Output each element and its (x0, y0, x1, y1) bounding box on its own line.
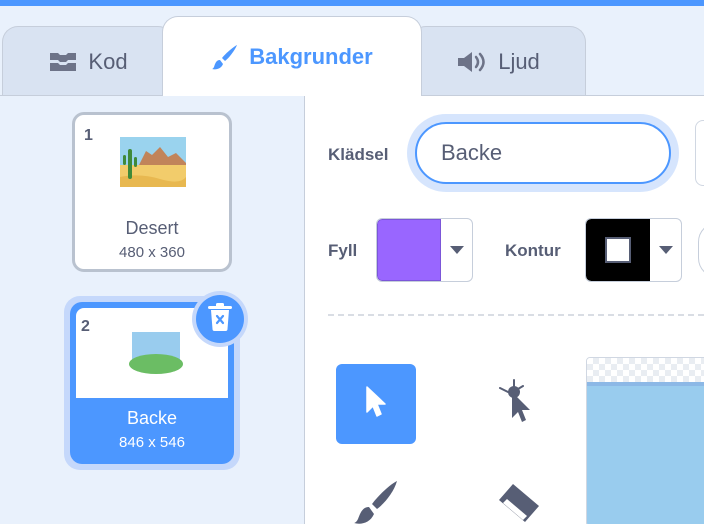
costume-size: 846 x 546 (119, 434, 185, 451)
trash-icon (207, 302, 233, 337)
costume-name: Desert (125, 218, 179, 238)
brush-tool-button[interactable] (336, 466, 416, 524)
costume-name-label: Klädsel (328, 145, 389, 164)
outline-inner-box (605, 237, 631, 263)
outline-swatch (586, 219, 650, 281)
fill-swatch (377, 219, 441, 281)
speaker-icon (456, 50, 488, 74)
group-button[interactable] (695, 120, 704, 186)
drawing-canvas[interactable] (586, 357, 704, 524)
code-icon (48, 51, 78, 73)
chevron-down-icon (650, 219, 681, 281)
costume-name-input[interactable] (415, 122, 671, 184)
canvas-sky-rect (587, 386, 704, 524)
tab-code[interactable]: Kod (2, 26, 174, 96)
desert-thumbnail (120, 137, 186, 192)
tab-backdrops[interactable]: Bakgrunder (162, 16, 422, 96)
costume-size: 480 x 360 (119, 244, 185, 261)
costume-number: 2 (81, 318, 90, 335)
reshape-icon (497, 378, 539, 431)
outline-color-picker[interactable] (585, 218, 682, 282)
tab-sounds[interactable]: Ljud (410, 26, 586, 96)
tab-backdrops-label: Bakgrunder (249, 43, 373, 69)
tab-sounds-label: Ljud (498, 48, 540, 74)
brush-icon (351, 479, 401, 524)
hill-thumbnail (128, 326, 184, 383)
outline-label: Kontur (505, 241, 561, 260)
costume-number: 1 (84, 127, 93, 144)
eraser-tool-button[interactable] (478, 466, 558, 524)
costume-item-desert[interactable]: 1 Desert 480 x 360 (72, 112, 232, 272)
tab-code-label: Kod (88, 48, 128, 74)
select-tool-button[interactable] (336, 364, 416, 444)
fill-label: Fyll (328, 241, 358, 260)
eraser-icon (493, 482, 543, 524)
toolbar-divider (328, 314, 704, 316)
brush-icon (211, 43, 239, 71)
select-cursor-icon (361, 384, 391, 425)
reshape-tool-button[interactable] (478, 364, 558, 444)
top-accent-bar (0, 0, 704, 6)
chevron-down-icon (441, 219, 472, 281)
fill-color-picker[interactable] (376, 218, 473, 282)
costume-name: Backe (126, 408, 178, 428)
delete-costume-button[interactable] (192, 291, 248, 347)
